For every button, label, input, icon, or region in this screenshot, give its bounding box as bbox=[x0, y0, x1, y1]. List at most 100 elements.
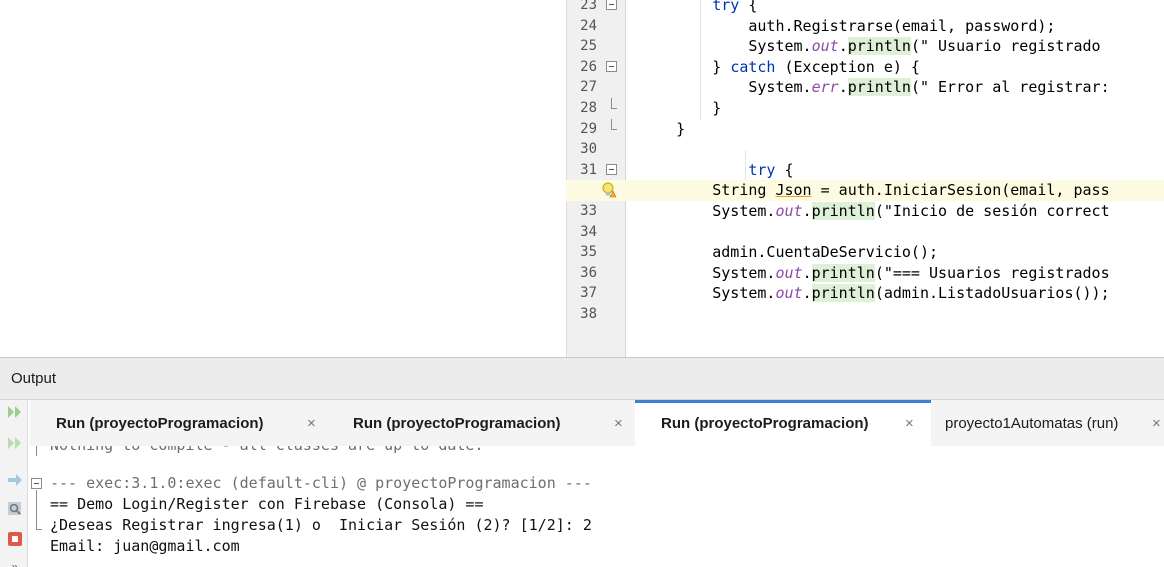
stop-icon[interactable] bbox=[6, 530, 24, 548]
code-line[interactable]: 30 bbox=[566, 139, 1164, 160]
code-token: try bbox=[748, 160, 776, 179]
code-token: println bbox=[811, 284, 875, 303]
tab-run-proyecto-active[interactable]: Run (proyectoProgramacion) × bbox=[635, 400, 931, 446]
code-line[interactable]: 33 System.out.println("Inicio de sesión … bbox=[566, 201, 1164, 222]
line-number: 28 bbox=[580, 99, 597, 116]
code-token: System. bbox=[640, 284, 776, 303]
code-text: System.err.println(" Error al registrar: bbox=[640, 77, 1110, 98]
console-output[interactable]: Nothing to compile - all classes are up … bbox=[30, 446, 1164, 567]
code-token: admin.CuentaDeServicio(); bbox=[640, 243, 939, 262]
close-tab-icon[interactable]: × bbox=[614, 400, 623, 448]
output-panel-title: Output bbox=[0, 358, 1164, 400]
code-token: out bbox=[775, 263, 803, 282]
code-token: } bbox=[640, 57, 731, 76]
code-text: try { bbox=[640, 0, 757, 16]
tab-run-proyecto-1[interactable]: Run (proyectoProgramacion) × bbox=[30, 400, 325, 446]
code-token: ("Inicio de sesión correct bbox=[874, 201, 1110, 220]
code-token: (" Error al registrar: bbox=[910, 78, 1110, 97]
code-token: { bbox=[775, 160, 794, 179]
code-token: auth.Registrarse(email, password); bbox=[640, 16, 1056, 35]
fold-toggle-icon[interactable] bbox=[606, 60, 617, 72]
code-token: (Exception e) { bbox=[775, 57, 920, 76]
search-log-icon[interactable] bbox=[6, 500, 24, 518]
line-number: 25 bbox=[580, 38, 597, 55]
code-token: out bbox=[775, 201, 803, 220]
line-number: 34 bbox=[580, 223, 597, 240]
code-token: String bbox=[640, 181, 776, 200]
code-token: System. bbox=[640, 37, 812, 56]
more-tools-icon[interactable]: » bbox=[6, 558, 24, 567]
fold-end-marker bbox=[611, 97, 617, 109]
console-line: --- exec:3.1.0:exec (default-cli) @ proy… bbox=[50, 474, 592, 492]
code-line[interactable]: 37 System.out.println(admin.ListadoUsuar… bbox=[566, 283, 1164, 304]
line-number: 24 bbox=[580, 17, 597, 34]
fold-toggle-icon[interactable] bbox=[606, 0, 617, 10]
code-line[interactable]: 23 try { bbox=[566, 0, 1164, 16]
code-token: println bbox=[811, 263, 875, 282]
output-body: » Run (proyectoProgramacion) × Run (proy… bbox=[0, 400, 1164, 567]
tab-proyecto1automatas[interactable]: proyecto1Automatas (run) × bbox=[933, 400, 1164, 446]
tab-label: Run (proyectoProgramacion) bbox=[661, 415, 869, 432]
code-token: . bbox=[838, 78, 848, 97]
code-token: (admin.ListadoUsuarios()); bbox=[874, 284, 1110, 303]
code-line[interactable]: 35 admin.CuentaDeServicio(); bbox=[566, 242, 1164, 263]
rerun-with-options-icon[interactable] bbox=[6, 434, 24, 452]
code-text: } catch (Exception e) { bbox=[640, 57, 920, 78]
code-editor[interactable]: 23 try {24 auth.Registrarse(email, passw… bbox=[0, 0, 1164, 357]
code-token: System. bbox=[640, 263, 776, 282]
code-token: (" Usuario registrado bbox=[910, 37, 1110, 56]
code-token: try bbox=[712, 0, 740, 14]
code-token: out bbox=[775, 284, 803, 303]
code-line[interactable]: 36 System.out.println("=== Usuarios regi… bbox=[566, 263, 1164, 284]
code-line[interactable]: 29 } bbox=[566, 118, 1164, 140]
fold-line bbox=[36, 490, 42, 530]
code-token: } bbox=[640, 119, 686, 138]
close-tab-icon[interactable]: × bbox=[905, 403, 914, 445]
output-toolbar: » bbox=[0, 400, 28, 567]
code-token: { bbox=[739, 0, 758, 14]
code-line[interactable]: 26 } catch (Exception e) { bbox=[566, 57, 1164, 78]
code-text: System.out.println(admin.ListadoUsuarios… bbox=[640, 283, 1110, 304]
code-token: . bbox=[802, 263, 812, 282]
code-text: } bbox=[640, 119, 685, 140]
code-line[interactable]: 28 } bbox=[566, 97, 1164, 119]
line-number: 33 bbox=[580, 202, 597, 219]
code-text: System.out.println("Inicio de sesión cor… bbox=[640, 201, 1110, 222]
code-token: . bbox=[802, 201, 812, 220]
code-line[interactable]: 31 try { bbox=[566, 160, 1164, 181]
console-line: Email: juan@gmail.com bbox=[50, 537, 240, 555]
arrow-right-icon[interactable] bbox=[6, 471, 24, 489]
code-token: ("=== Usuarios registrados bbox=[874, 263, 1110, 282]
code-line[interactable]: 38 bbox=[566, 304, 1164, 325]
code-token: println bbox=[847, 37, 911, 56]
code-line[interactable]: 34 bbox=[566, 222, 1164, 243]
code-token: System. bbox=[640, 78, 812, 97]
line-number: 30 bbox=[580, 141, 597, 158]
code-text: auth.Registrarse(email, password); bbox=[640, 16, 1055, 37]
line-number: 38 bbox=[580, 305, 597, 322]
code-token: out bbox=[811, 37, 839, 56]
code-lines: 23 try {24 auth.Registrarse(email, passw… bbox=[566, 0, 1164, 325]
tab-label: Run (proyectoProgramacion) bbox=[56, 415, 264, 432]
fold-toggle-icon[interactable] bbox=[606, 163, 617, 175]
fold-toggle-icon[interactable] bbox=[31, 478, 42, 489]
line-number: 29 bbox=[580, 120, 597, 137]
code-line[interactable]: 25 System.out.println(" Usuario registra… bbox=[566, 36, 1164, 57]
line-number: 37 bbox=[580, 285, 597, 302]
fold-line bbox=[36, 446, 37, 456]
code-line[interactable]: String Json = auth.IniciarSesion(email, … bbox=[566, 180, 1164, 201]
code-token: Json bbox=[775, 181, 812, 200]
tab-run-proyecto-2[interactable]: Run (proyectoProgramacion) × bbox=[327, 400, 633, 446]
code-text: } bbox=[640, 98, 721, 119]
hint-lightbulb-icon[interactable] bbox=[601, 182, 617, 198]
code-line[interactable]: 27 System.err.println(" Error al registr… bbox=[566, 77, 1164, 98]
close-tab-icon[interactable]: × bbox=[307, 400, 316, 448]
line-number: 31 bbox=[580, 161, 597, 178]
close-tab-icon[interactable]: × bbox=[1152, 400, 1161, 448]
console-line: ¿Deseas Registrar ingresa(1) o Iniciar S… bbox=[50, 516, 592, 534]
line-number: 35 bbox=[580, 244, 597, 261]
code-line[interactable]: 24 auth.Registrarse(email, password); bbox=[566, 16, 1164, 37]
code-token: err bbox=[811, 78, 839, 97]
rerun-icon[interactable] bbox=[6, 403, 24, 421]
